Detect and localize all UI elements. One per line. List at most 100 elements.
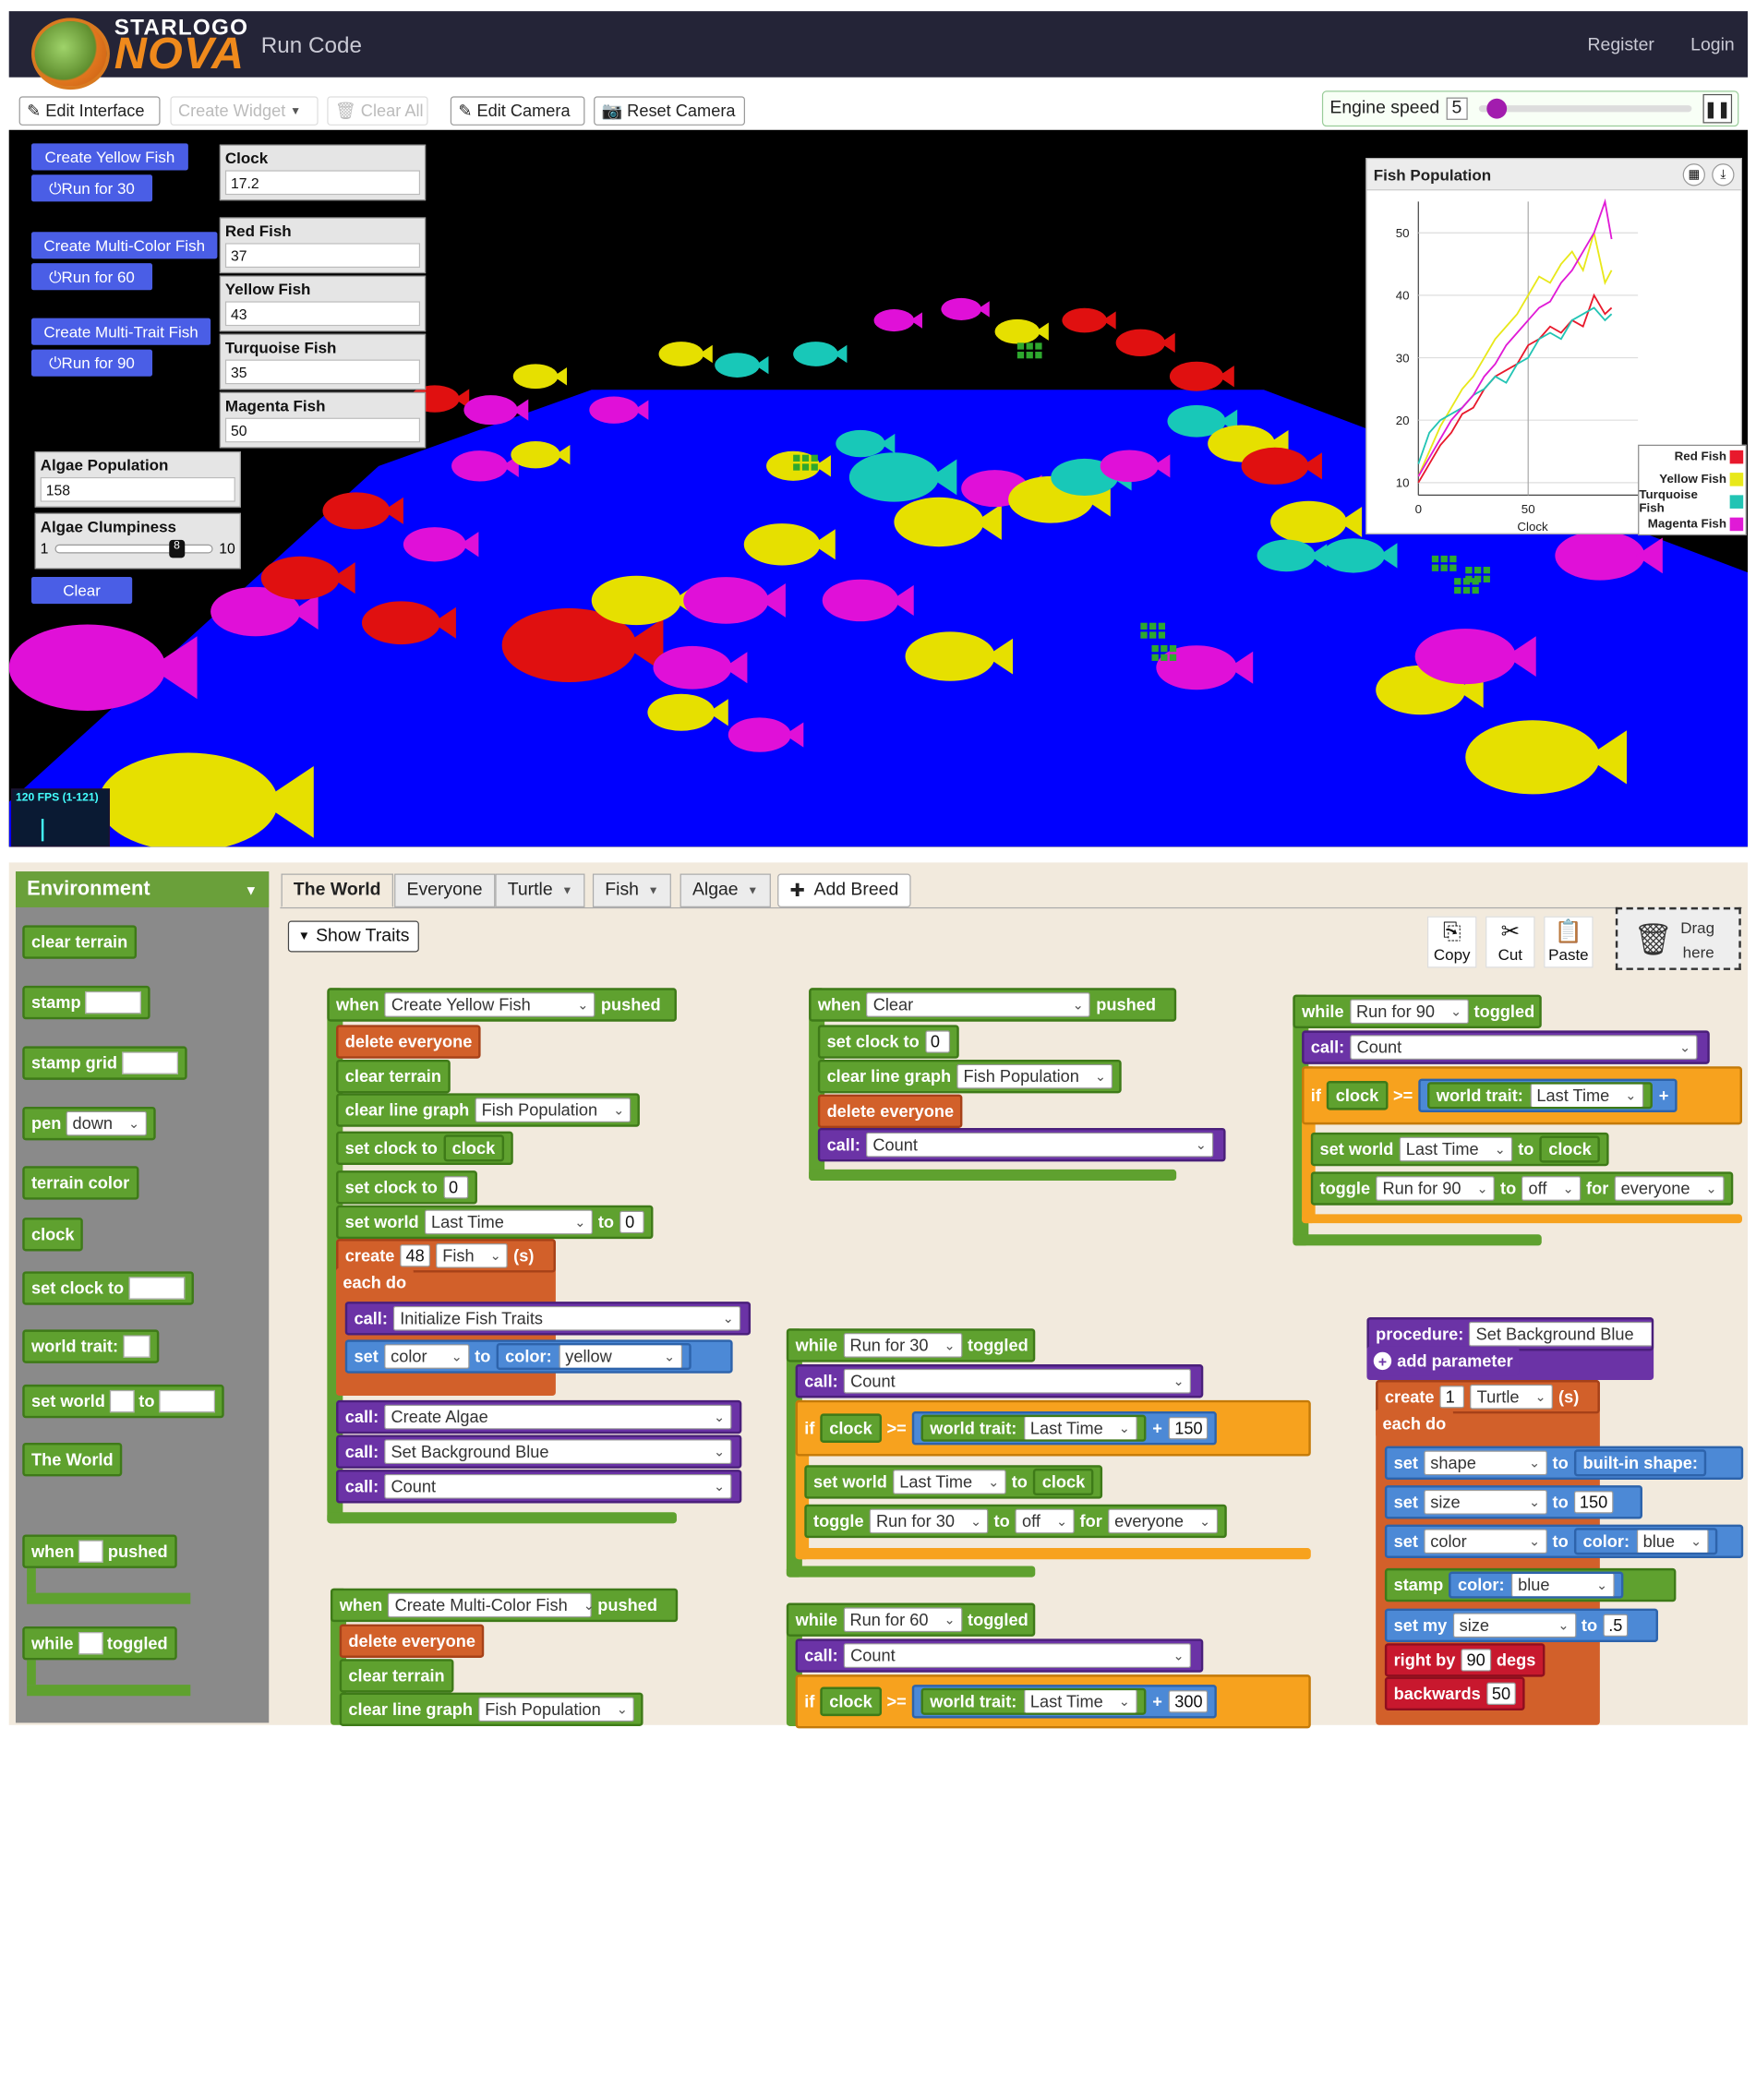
call-block[interactable]: call: Count ⌄ [795,1638,1204,1673]
algae-patch [1016,342,1025,350]
set-size-block[interactable]: set size ⌄ to 150 [1384,1485,1642,1519]
run-for-60-toggle[interactable]: ⏻ Run for 60 [30,263,153,291]
clear-line-graph-block[interactable]: clear line graph Fish Population ⌄ [817,1059,1123,1094]
run-for-30-toggle[interactable]: ⏻ Run for 30 [30,174,153,202]
if-block[interactable]: if clock >= world trait: Last Time ⌄ + [1302,1066,1742,1125]
call-block[interactable]: call: Count ⌄ [817,1127,1226,1162]
when-pushed-block[interactable]: when Create Yellow Fish ⌄ pushed [327,988,677,1022]
add-breed-button[interactable]: ✚ Add Breed [777,873,911,907]
clumpiness-track[interactable]: 8 [54,539,212,558]
stamp-block[interactable]: stamp color: blue ⌄ [1384,1567,1677,1602]
trash-drop-zone[interactable]: 🗑 Drag here [1615,906,1741,970]
tab-fish[interactable]: Fish ▼ [592,873,672,907]
algae-patch [1140,631,1148,639]
chevron-down-icon: ⌄ [577,997,589,1014]
palette-block-while-toggled[interactable]: while toggled [22,1626,177,1661]
palette-block-set-world[interactable]: set world to [22,1384,224,1419]
delete-everyone-block[interactable]: delete everyone [817,1094,963,1128]
set-color-block[interactable]: set color ⌄ to color: blue ⌄ [1384,1524,1744,1558]
copy-button[interactable]: ⎘ Copy [1426,916,1477,968]
clear-terrain-block[interactable]: clear terrain [339,1659,454,1693]
cut-button[interactable]: ✂ Cut [1485,916,1535,968]
clear-button[interactable]: Clear [30,576,133,605]
call-block[interactable]: call: Count ⌄ [1302,1030,1710,1064]
right-by-block[interactable]: right by 90 degs [1384,1643,1546,1677]
delete-everyone-block[interactable]: delete everyone [336,1025,482,1059]
create-multi-trait-fish-button[interactable]: Create Multi-Trait Fish [30,318,211,345]
while-toggled-block[interactable]: while Run for 90 ⌄ toggled [1293,994,1542,1028]
palette-category-header[interactable]: Environment ▼ [15,871,270,907]
edit-camera-button[interactable]: ✎ Edit Camera [450,96,585,126]
if-block[interactable]: if clock >= world trait: Last Time ⌄ +300 [795,1674,1311,1729]
palette-block-stamp[interactable]: stamp [22,985,150,1020]
set-clock-block[interactable]: set clock to 0 [336,1170,477,1205]
tab-the-world[interactable]: The World [281,873,393,907]
set-world-block[interactable]: set world Last Time ⌄ to clock [804,1465,1103,1499]
clear-line-graph-block[interactable]: clear line graph Fish Population ⌄ [336,1093,641,1127]
create-yellow-fish-button[interactable]: Create Yellow Fish [30,143,188,171]
palette-block-stamp-grid[interactable]: stamp grid [22,1046,187,1080]
palette-block-when-pushed[interactable]: when pushed [22,1534,177,1568]
tab-algae[interactable]: Algae ▼ [680,873,771,907]
block-palette: Environment ▼ clear terrain stamp stamp g… [15,871,270,1723]
clear-line-graph-block[interactable]: clear line graph Fish Population ⌄ [339,1692,643,1727]
engine-speed-value[interactable]: 5 [1446,97,1468,120]
delete-everyone-block[interactable]: delete everyone [339,1624,485,1658]
tab-everyone[interactable]: Everyone [394,873,495,907]
add-parameter-button[interactable]: + add parameter [1366,1346,1520,1376]
tab-turtle[interactable]: Turtle ▼ [495,873,585,907]
palette-block-clock[interactable]: clock [22,1218,84,1252]
clear-terrain-block[interactable]: clear terrain [336,1059,451,1094]
call-block[interactable]: call: Set Background Blue ⌄ [336,1434,742,1469]
clear-all-button[interactable]: 🗑 Clear All [327,96,428,126]
show-traits-button[interactable]: ▼ Show Traits [287,920,420,953]
when-pushed-block[interactable]: when Create Multi-Color Fish ⌄ pushed [330,1588,679,1623]
camera-icon: 📷 [601,102,623,122]
set-world-block[interactable]: set world Last Time ⌄ to clock [1310,1132,1610,1167]
backwards-block[interactable]: backwards 50 [1384,1676,1525,1711]
if-block[interactable]: if clock >= world trait: Last Time ⌄ +150 [795,1399,1311,1457]
set-shape-block[interactable]: set shape ⌄ to built-in shape: [1384,1446,1744,1481]
call-block[interactable]: call: Count ⌄ [795,1364,1204,1398]
paste-button[interactable]: 📋 Paste [1544,916,1594,968]
palette-block-clear-terrain[interactable]: clear terrain [22,925,137,959]
palette-block-pen[interactable]: pen down ⌄ [22,1106,156,1141]
algae-patch [1158,622,1166,630]
chevron-down-icon: ⌄ [1595,1577,1608,1593]
palette-block-world-trait[interactable]: world trait: [22,1329,159,1363]
y-tick-label: 10 [1396,476,1410,490]
palette-block-terrain-color[interactable]: terrain color [22,1166,138,1200]
pause-button[interactable]: ❚❚ [1702,93,1732,124]
register-link[interactable]: Register [1588,36,1654,56]
call-block[interactable]: call: Count ⌄ [336,1470,742,1504]
create-widget-button[interactable]: Create Widget ▼ [170,96,319,126]
palette-block-set-clock-to[interactable]: set clock to [22,1271,194,1305]
toggle-block[interactable]: toggle Run for 90 ⌄ to off ⌄ for everyone ⌄ [1310,1171,1733,1206]
while-toggled-block[interactable]: while Run for 30 ⌄ toggled [786,1328,1036,1362]
when-pushed-block[interactable]: when Clear ⌄ pushed [809,988,1177,1022]
edit-interface-button[interactable]: ✎ Edit Interface [18,96,161,126]
set-color-block[interactable]: set color ⌄ to color: yellow ⌄ [344,1339,733,1374]
call-block[interactable]: call: Create Algae ⌄ [336,1399,742,1434]
run-for-90-toggle[interactable]: ⏻ Run for 90 [30,349,153,377]
toggle-block[interactable]: toggle Run for 30 ⌄ to off ⌄ for everyone ⌄ [804,1504,1227,1539]
download-icon[interactable]: ⤓ [1712,163,1735,186]
plus-icon: + [1373,1351,1392,1371]
fish-agent [322,492,391,530]
call-block[interactable]: call: Initialize Fish Traits ⌄ [344,1302,752,1336]
chevron-down-icon: ⌄ [1690,1533,1702,1550]
clumpiness-knob[interactable]: 8 [168,539,185,558]
palette-block-the-world[interactable]: The World [22,1442,123,1477]
login-link[interactable]: Login [1690,36,1735,56]
fish-agent [873,309,915,332]
reset-camera-button[interactable]: 📷 Reset Camera [594,96,745,126]
create-multi-color-fish-button[interactable]: Create Multi-Color Fish [30,232,218,259]
table-icon[interactable]: ▦ [1682,163,1705,186]
engine-speed-slider[interactable] [1478,98,1692,119]
set-my-size-block[interactable]: set my size ⌄ to .5 [1384,1608,1658,1642]
set-world-block[interactable]: set world Last Time ⌄ to 0 [336,1205,654,1240]
set-clock-block[interactable]: set clock to clock [336,1131,513,1166]
engine-speed-knob[interactable] [1486,98,1508,119]
while-toggled-block[interactable]: while Run for 60 ⌄ toggled [786,1602,1036,1637]
set-clock-block[interactable]: set clock to 0 [817,1025,959,1059]
